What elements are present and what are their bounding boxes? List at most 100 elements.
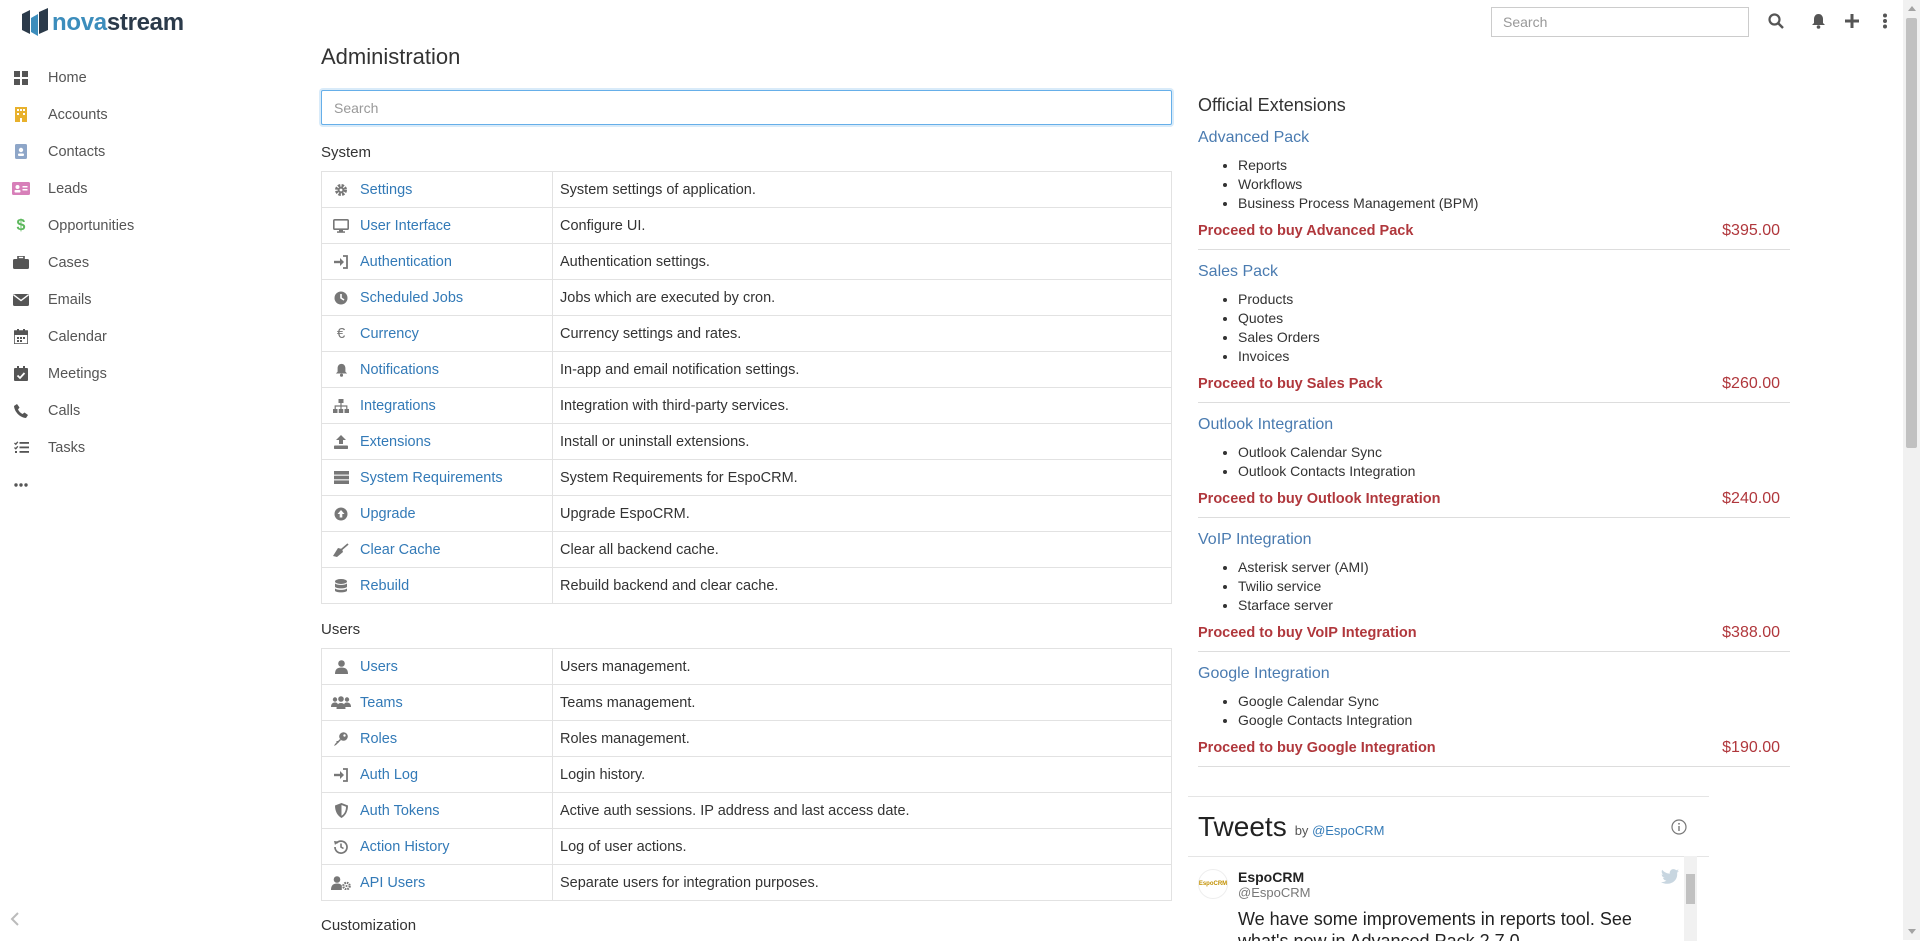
tweet[interactable]: EspoCRM EspoCRM @EspoCRM We have some im… [1188, 857, 1709, 941]
row-description: Teams management. [552, 684, 1172, 721]
row-description: Upgrade EspoCRM. [552, 495, 1172, 532]
sidebar-item-cases[interactable]: Cases [0, 244, 200, 281]
buy-extension-link[interactable]: Proceed to buy Outlook Integration [1198, 491, 1441, 507]
sidebar-item-leads[interactable]: Leads [0, 170, 200, 207]
bell-icon[interactable] [1807, 10, 1829, 32]
extension-name-link[interactable]: VoIP Integration [1198, 528, 1790, 552]
table-row: Notifications In-app and email notificat… [321, 351, 1172, 388]
sidebar-item-label: Calls [48, 402, 81, 419]
desktop-icon [330, 218, 352, 233]
table-row: Upgrade Upgrade EspoCRM. [321, 495, 1172, 532]
more-vertical-icon[interactable] [1874, 10, 1896, 32]
row-description: Log of user actions. [552, 828, 1172, 865]
admin-link-auth-log[interactable]: Auth Log [360, 767, 418, 783]
list-item: Products [1238, 290, 1790, 309]
tweets-scrollbar[interactable] [1684, 856, 1697, 941]
table-row: Settings System settings of application. [321, 171, 1172, 208]
buy-extension-link[interactable]: Proceed to buy Advanced Pack [1198, 223, 1413, 239]
admin-link-extensions[interactable]: Extensions [360, 434, 431, 450]
twitter-bird-icon[interactable] [1661, 869, 1679, 887]
extension-name-link[interactable]: Outlook Integration [1198, 413, 1790, 437]
sidebar-item-meetings[interactable]: Meetings [0, 355, 200, 392]
row-description: Active auth sessions. IP address and las… [552, 792, 1172, 829]
admin-link-user-interface[interactable]: User Interface [360, 218, 451, 234]
admin-link-upgrade[interactable]: Upgrade [360, 506, 416, 522]
table-row: Users Users management. [321, 648, 1172, 685]
scrollbar-thumb[interactable] [1906, 18, 1917, 448]
sidebar-item-calls[interactable]: Calls [0, 392, 200, 429]
sidebar-item-label: Contacts [48, 143, 106, 160]
official-extensions-panel: Official Extensions Advanced Pack Report… [1198, 95, 1790, 777]
address-card-icon [11, 182, 31, 195]
sign-in-icon [330, 767, 352, 782]
extensions-heading: Official Extensions [1198, 95, 1346, 115]
row-description: Login history. [552, 756, 1172, 793]
admin-search-input[interactable] [321, 90, 1172, 125]
logo-mark-icon [22, 8, 48, 36]
tweet-handle[interactable]: @EspoCRM [1238, 885, 1658, 900]
admin-link-action-history[interactable]: Action History [360, 839, 449, 855]
list-item: Google Calendar Sync [1238, 692, 1790, 711]
admin-table-users: Users Users management. Teams Teams mana… [321, 648, 1172, 901]
buy-extension-link[interactable]: Proceed to buy Google Integration [1198, 740, 1436, 756]
id-badge-icon [11, 144, 31, 159]
list-item: Twilio service [1238, 577, 1790, 596]
table-row: Action History Log of user actions. [321, 828, 1172, 865]
bell-icon [330, 363, 352, 377]
buy-extension-link[interactable]: Proceed to buy VoIP Integration [1198, 625, 1417, 641]
extension-name-link[interactable]: Google Integration [1198, 662, 1790, 686]
row-description: Rebuild backend and clear cache. [552, 567, 1172, 604]
admin-link-api-users[interactable]: API Users [360, 875, 425, 891]
scroll-up-icon[interactable] [1903, 0, 1920, 17]
admin-link-scheduled-jobs[interactable]: Scheduled Jobs [360, 290, 463, 306]
extension-name-link[interactable]: Advanced Pack [1198, 126, 1790, 150]
admin-link-system-requirements[interactable]: System Requirements [360, 470, 503, 486]
extension-name-link[interactable]: Sales Pack [1198, 260, 1790, 284]
briefcase-icon [11, 256, 31, 269]
sidebar-item-tasks[interactable]: Tasks [0, 429, 200, 466]
admin-link-currency[interactable]: Currency [360, 326, 419, 342]
admin-link-auth-tokens[interactable]: Auth Tokens [360, 803, 440, 819]
info-icon[interactable] [1671, 819, 1687, 838]
tweets-by: by @EspoCRM [1294, 823, 1385, 838]
admin-link-authentication[interactable]: Authentication [360, 254, 452, 270]
admin-link-notifications[interactable]: Notifications [360, 362, 439, 378]
admin-link-teams[interactable]: Teams [360, 695, 403, 711]
admin-link-roles[interactable]: Roles [360, 731, 397, 747]
sidebar-more-button[interactable] [0, 466, 200, 503]
sidebar-item-label: Leads [48, 180, 88, 197]
admin-link-settings[interactable]: Settings [360, 182, 412, 198]
sidebar-item-label: Meetings [48, 365, 107, 382]
section-title: Customization [321, 917, 417, 934]
table-row: Auth Log Login history. [321, 756, 1172, 793]
admin-link-clear-cache[interactable]: Clear Cache [360, 542, 441, 558]
sidebar-item-contacts[interactable]: Contacts [0, 133, 200, 170]
admin-link-integrations[interactable]: Integrations [360, 398, 436, 414]
tweet-author[interactable]: EspoCRM [1238, 869, 1658, 885]
sidebar-item-label: Calendar [48, 328, 107, 345]
key-icon [330, 731, 352, 746]
global-search-input[interactable] [1491, 7, 1749, 37]
table-row: API Users Separate users for integration… [321, 864, 1172, 901]
plus-icon[interactable] [1841, 10, 1863, 32]
admin-link-rebuild[interactable]: Rebuild [360, 578, 409, 594]
row-description: Currency settings and rates. [552, 315, 1172, 352]
tweets-handle-link[interactable]: @EspoCRM [1312, 823, 1384, 838]
list-item: Quotes [1238, 309, 1790, 328]
admin-link-users[interactable]: Users [360, 659, 398, 675]
brand-logo[interactable]: novastream [20, 8, 184, 38]
buy-extension-link[interactable]: Proceed to buy Sales Pack [1198, 376, 1383, 392]
section-title: Users [321, 621, 361, 638]
table-row: Roles Roles management. [321, 720, 1172, 757]
sidebar-item-opportunities[interactable]: $ Opportunities [0, 207, 200, 244]
page-scrollbar[interactable] [1903, 0, 1920, 940]
sidebar-item-home[interactable]: Home [0, 59, 200, 96]
sidebar-item-accounts[interactable]: Accounts [0, 96, 200, 133]
sidebar-collapse-icon[interactable] [10, 912, 20, 929]
sidebar-item-calendar[interactable]: Calendar [0, 318, 200, 355]
row-description: In-app and email notification settings. [552, 351, 1172, 388]
extension-price: $190.00 [1722, 739, 1780, 756]
sidebar-item-emails[interactable]: Emails [0, 281, 200, 318]
search-icon[interactable] [1765, 10, 1787, 32]
scroll-down-icon[interactable] [1903, 923, 1920, 940]
